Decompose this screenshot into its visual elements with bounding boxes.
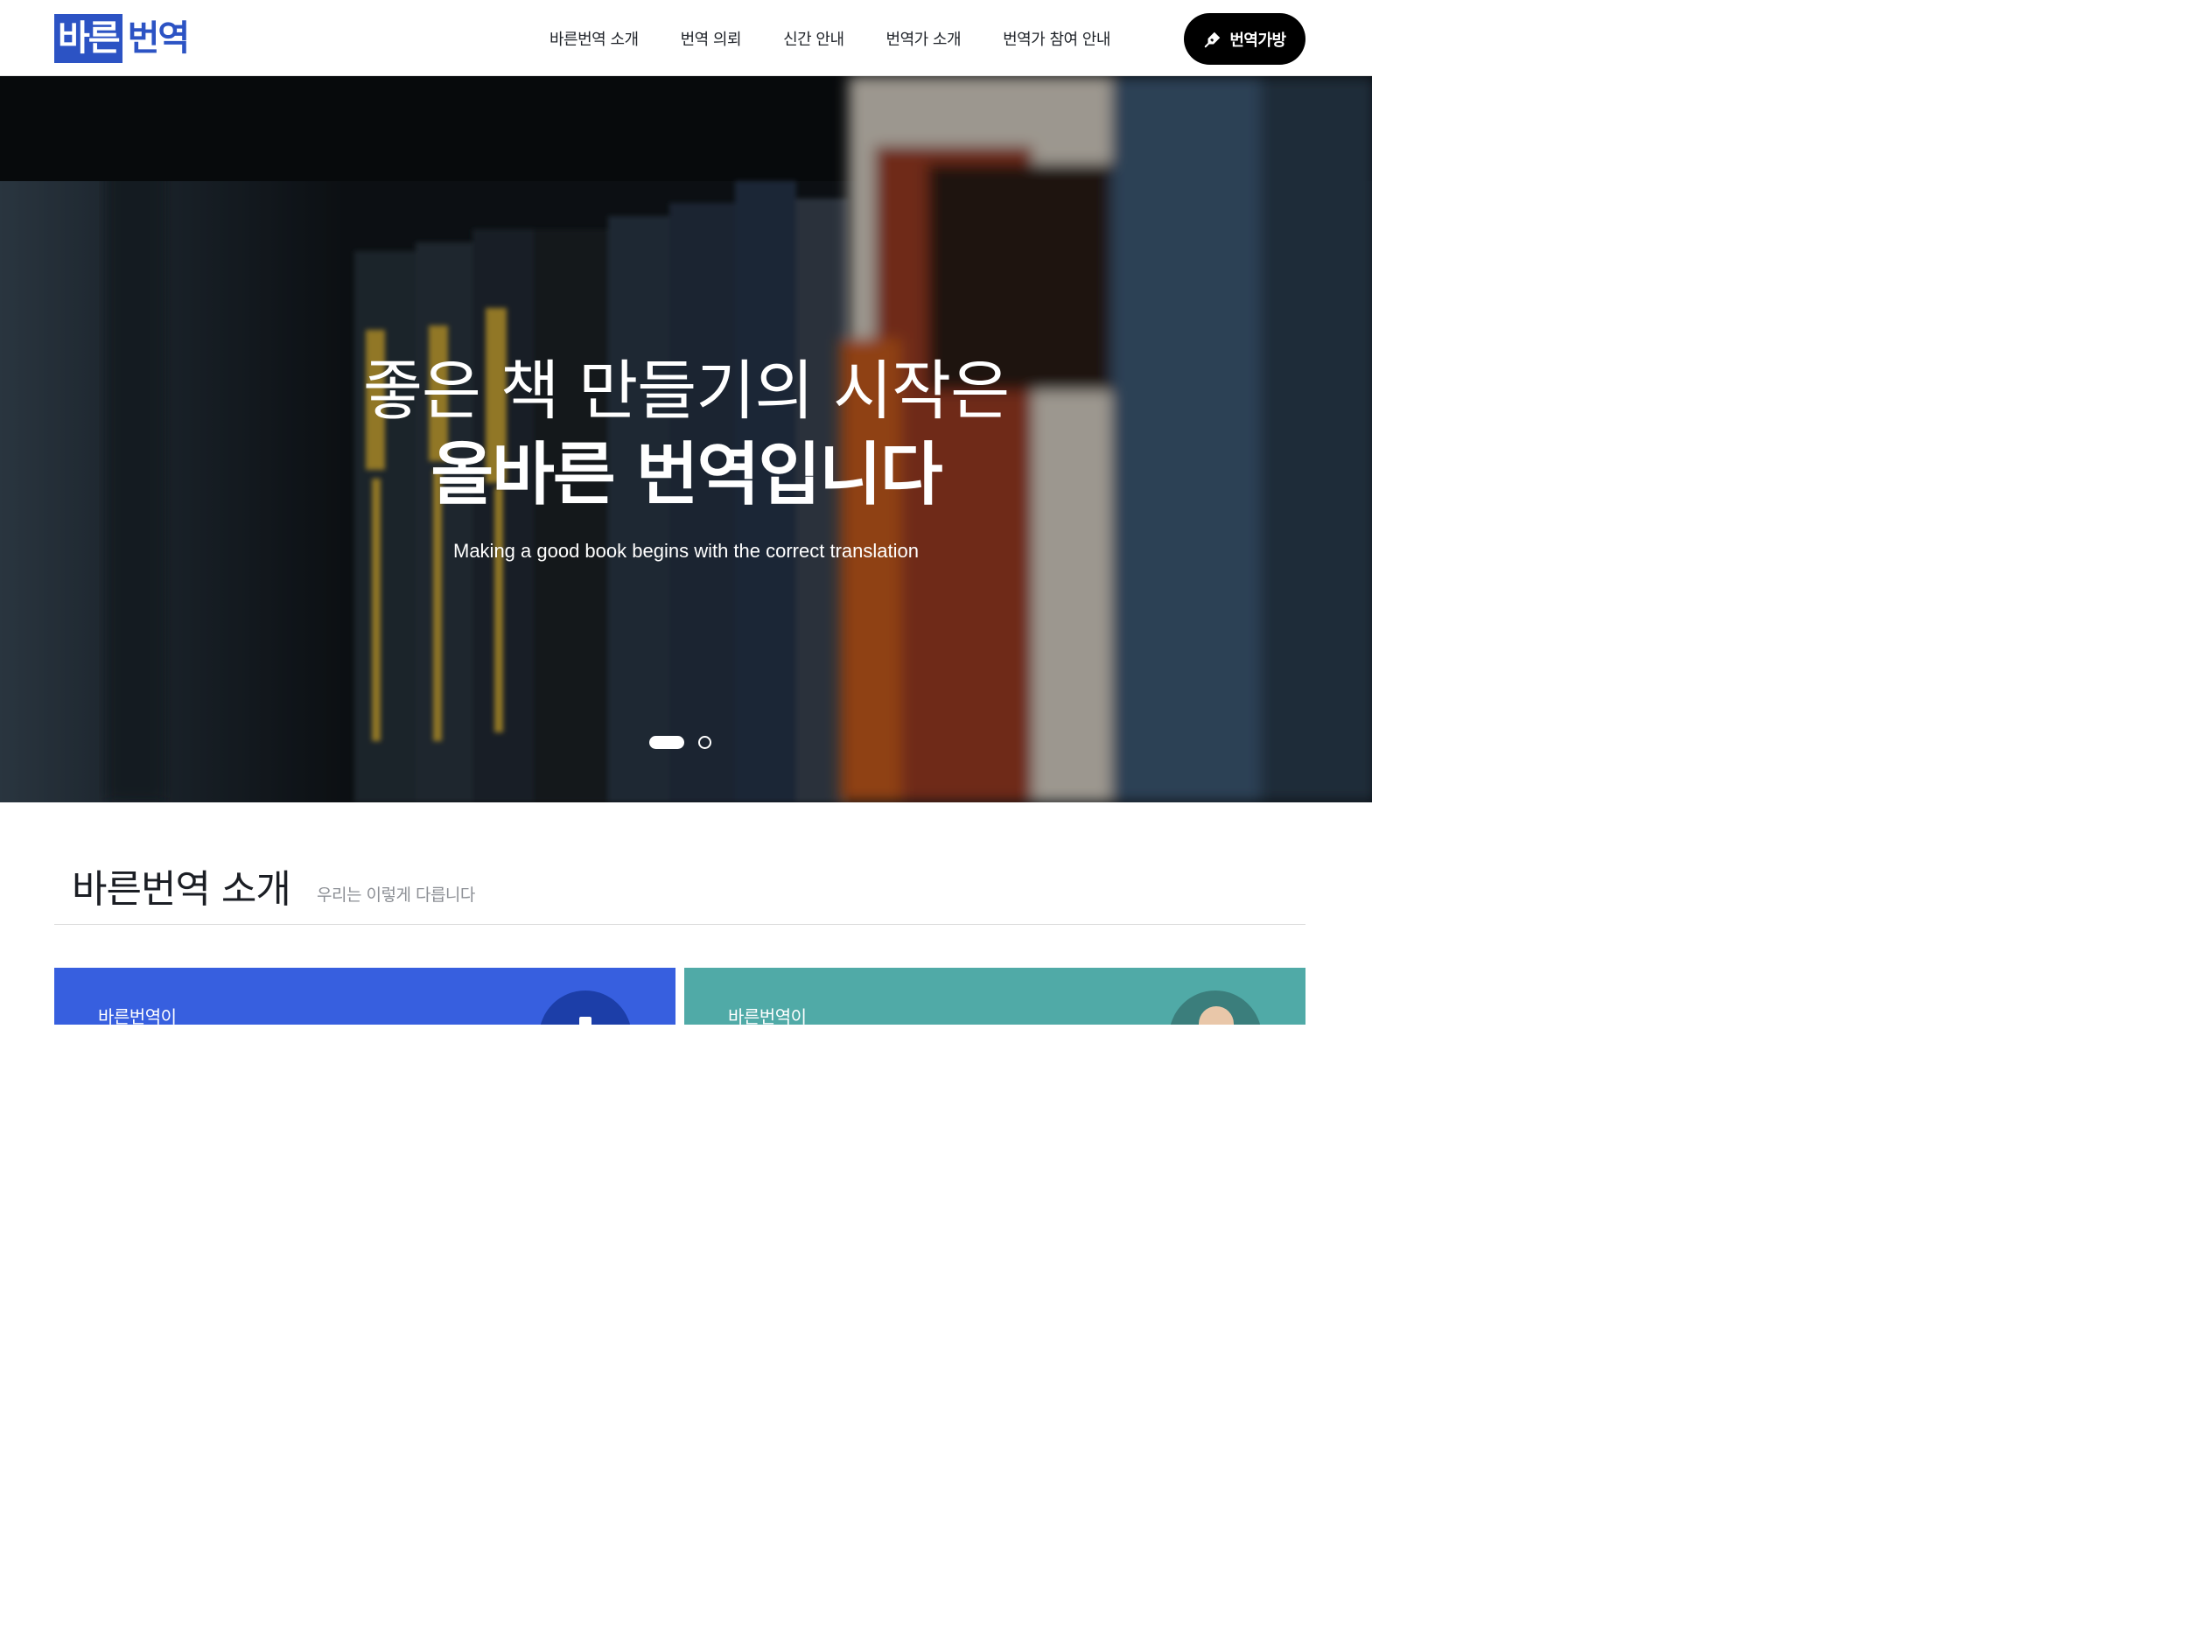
logo-mark: 바른 <box>54 14 122 63</box>
intro-section-header: 바른번역 소개 우리는 이렇게 다릅니다 <box>54 858 1306 925</box>
logo[interactable]: 바른 번역 <box>54 14 191 63</box>
person-avatar-icon <box>1169 990 1262 1025</box>
nav-item-new-books[interactable]: 신간 안내 <box>762 27 864 50</box>
carousel-dot-2[interactable] <box>698 736 711 749</box>
site-header: 바른 번역 바른번역 소개 번역 의뢰 신간 안내 번역가 소개 번역가 참여 … <box>0 0 1372 76</box>
document-icon <box>539 990 632 1025</box>
section-title: 바른번역 소개 <box>72 867 291 912</box>
translator-room-button[interactable]: 번역가방 <box>1184 13 1306 65</box>
card-label: 바른번역이 <box>728 1006 807 1025</box>
hero-carousel: 좋은 책 만들기의 시작은 올바른 번역입니다 Making a good bo… <box>0 76 1372 802</box>
translator-room-label: 번역가방 <box>1229 31 1286 50</box>
hero-headline-line1: 좋은 책 만들기의 시작은 <box>362 354 1010 429</box>
carousel-indicators <box>649 736 711 749</box>
hero-headline-line2: 올바른 번역입니다 <box>430 436 942 514</box>
feature-card-1[interactable]: 바른번역이 <box>54 968 676 1025</box>
main-nav: 바른번역 소개 번역 의뢰 신간 안내 번역가 소개 번역가 참여 안내 <box>528 0 1131 76</box>
nav-item-join[interactable]: 번역가 참여 안내 <box>982 27 1131 50</box>
pen-nib-icon <box>1205 32 1221 47</box>
section-subtitle: 우리는 이렇게 다릅니다 <box>317 886 475 905</box>
nav-item-about[interactable]: 바른번역 소개 <box>528 27 660 50</box>
card-label: 바른번역이 <box>98 1006 177 1025</box>
hero-subtitle: Making a good book begins with the corre… <box>453 540 919 562</box>
carousel-dot-1[interactable] <box>649 736 684 749</box>
nav-item-translators[interactable]: 번역가 소개 <box>865 27 983 50</box>
feature-card-2[interactable]: 바른번역이 <box>684 968 1306 1025</box>
nav-item-request[interactable]: 번역 의뢰 <box>660 27 762 50</box>
logo-text: 번역 <box>127 18 191 59</box>
